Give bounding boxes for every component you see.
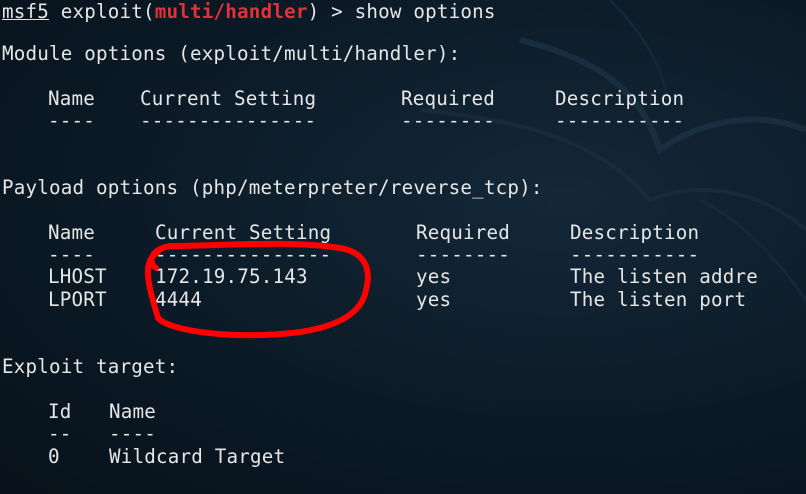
payload-header-name: Name bbox=[48, 221, 96, 244]
module-separator-name: ---- bbox=[48, 109, 96, 132]
module-options-title: Module options (exploit/multi/handler): bbox=[2, 42, 461, 65]
payload-header-setting: Current Setting bbox=[155, 221, 332, 244]
target-separator-id: -- bbox=[48, 422, 72, 445]
lport-description: The listen port bbox=[570, 288, 747, 311]
payload-separator-setting: --------------- bbox=[155, 243, 332, 266]
module-separator-required: -------- bbox=[401, 109, 496, 132]
target-separator-name: ---- bbox=[109, 422, 157, 445]
payload-options-title: Payload options (php/meterpreter/reverse… bbox=[2, 176, 543, 199]
prompt-prefix: msf5 bbox=[2, 0, 50, 23]
command-prompt-line: msf5 exploit(multi/handler) > show optio… bbox=[2, 0, 496, 24]
target-header-id: Id bbox=[48, 400, 72, 423]
lhost-required: yes bbox=[416, 265, 452, 288]
lport-setting: 4444 bbox=[155, 288, 203, 311]
payload-header-description: Description bbox=[570, 221, 700, 244]
prompt-module: multi/handler bbox=[154, 0, 308, 23]
payload-separator-description: ----------- bbox=[570, 243, 700, 266]
module-header-name: Name bbox=[48, 87, 96, 110]
lport-name: LPORT bbox=[48, 288, 107, 311]
target-name: Wildcard Target bbox=[109, 445, 286, 468]
prompt-command-suffix: ) > show options bbox=[307, 0, 496, 23]
target-id: 0 bbox=[48, 445, 60, 468]
payload-separator-name: ---- bbox=[48, 243, 96, 266]
module-separator-setting: --------------- bbox=[140, 109, 317, 132]
lhost-description: The listen addre bbox=[570, 265, 759, 288]
prompt-command-prefix: exploit( bbox=[49, 0, 155, 23]
module-header-required: Required bbox=[401, 87, 496, 110]
lhost-setting: 172.19.75.143 bbox=[155, 265, 308, 288]
payload-header-required: Required bbox=[416, 221, 511, 244]
module-header-description: Description bbox=[555, 87, 685, 110]
exploit-target-title: Exploit target: bbox=[2, 355, 179, 378]
module-header-setting: Current Setting bbox=[140, 87, 317, 110]
lhost-name: LHOST bbox=[48, 265, 107, 288]
target-header-name: Name bbox=[109, 400, 157, 423]
payload-separator-required: -------- bbox=[416, 243, 511, 266]
lport-required: yes bbox=[416, 288, 452, 311]
module-separator-description: ----------- bbox=[555, 109, 685, 132]
